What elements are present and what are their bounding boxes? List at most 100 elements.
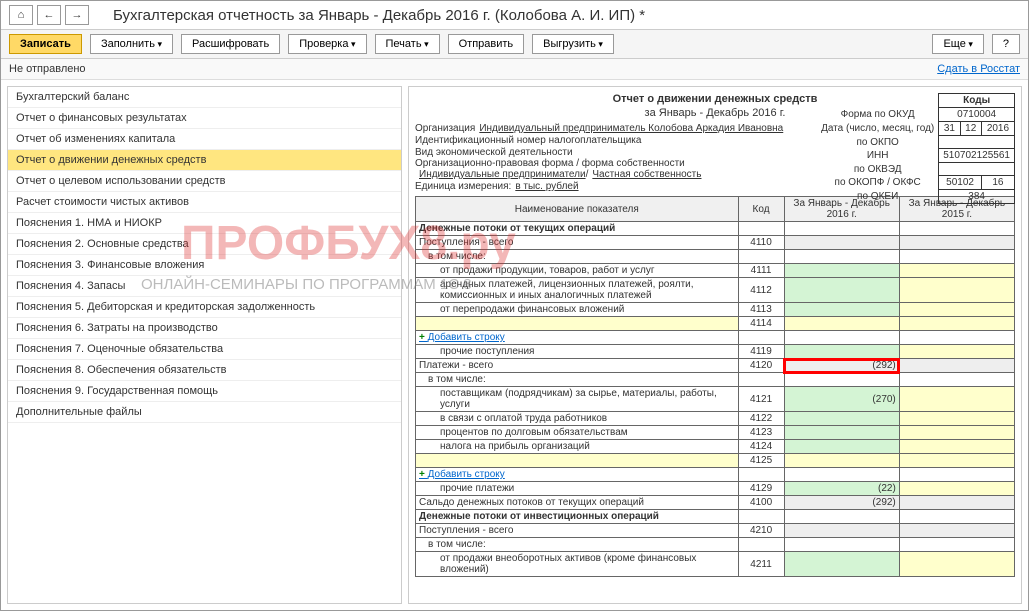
fill-button[interactable]: Заполнить bbox=[90, 34, 173, 54]
inn-label: Идентификационный номер налогоплательщик… bbox=[415, 135, 641, 146]
form2: Частная собственность bbox=[592, 169, 701, 180]
write-button[interactable]: Записать bbox=[9, 34, 82, 54]
okved-value bbox=[939, 163, 1015, 176]
form-label: Организационно-правовая форма / форма со… bbox=[415, 158, 685, 169]
v4110-1[interactable] bbox=[784, 236, 899, 250]
v4123-2[interactable] bbox=[899, 426, 1014, 440]
v4210-2[interactable] bbox=[899, 524, 1014, 538]
okpo-label: по ОКПО bbox=[817, 136, 939, 149]
codes-box: Коды Форма по ОКУД0710004 Дата (число, м… bbox=[817, 93, 1015, 204]
sidebar-item-9[interactable]: Пояснения 4. Запасы bbox=[8, 276, 401, 297]
v4210-1[interactable] bbox=[784, 524, 899, 538]
decrypt-button[interactable]: Расшифровать bbox=[181, 34, 280, 54]
v4111-2[interactable] bbox=[899, 264, 1014, 278]
v4123-1[interactable] bbox=[784, 426, 899, 440]
v4120-1[interactable]: (292) bbox=[784, 359, 899, 373]
forward-icon[interactable]: → bbox=[65, 5, 89, 25]
section-1: Денежные потоки от текущих операций bbox=[416, 222, 739, 236]
r4210: Поступления - всего bbox=[416, 524, 739, 538]
print-button[interactable]: Печать bbox=[375, 34, 440, 54]
v4125-2[interactable] bbox=[899, 454, 1014, 468]
add-row-1[interactable]: Добавить строку bbox=[419, 332, 505, 343]
r4100: Сальдо денежных потоков от текущих опера… bbox=[416, 496, 739, 510]
v4119-2[interactable] bbox=[899, 345, 1014, 359]
date-m: 12 bbox=[960, 122, 981, 136]
sidebar-item-12[interactable]: Пояснения 7. Оценочные обязательства bbox=[8, 339, 401, 360]
r4124: налога на прибыль организаций bbox=[416, 440, 739, 454]
v4129-2[interactable] bbox=[899, 482, 1014, 496]
sidebar-item-0[interactable]: Бухгалтерский баланс bbox=[8, 87, 401, 108]
sidebar-item-11[interactable]: Пояснения 6. Затраты на производство bbox=[8, 318, 401, 339]
v4114-2[interactable] bbox=[899, 317, 1014, 331]
v4110-2[interactable] bbox=[899, 236, 1014, 250]
okopf1: 50102 bbox=[939, 176, 982, 190]
check-button[interactable]: Проверка bbox=[288, 34, 366, 54]
sidebar-item-5[interactable]: Расчет стоимости чистых активов bbox=[8, 192, 401, 213]
v4125-1[interactable] bbox=[784, 454, 899, 468]
v4121-1[interactable]: (270) bbox=[784, 387, 899, 412]
date-y: 2016 bbox=[981, 122, 1014, 136]
status-text: Не отправлено bbox=[9, 63, 86, 75]
sidebar-item-2[interactable]: Отчет об изменениях капитала bbox=[8, 129, 401, 150]
sidebar-item-7[interactable]: Пояснения 2. Основные средства bbox=[8, 234, 401, 255]
v4124-2[interactable] bbox=[899, 440, 1014, 454]
sidebar-item-15[interactable]: Дополнительные файлы bbox=[8, 402, 401, 423]
help-button[interactable]: ? bbox=[992, 34, 1020, 54]
r4112: арендных платежей, лицензионных платежей… bbox=[416, 278, 739, 303]
r4121: поставщикам (подрядчикам) за сырье, мате… bbox=[416, 387, 739, 412]
r4111: от продажи продукции, товаров, работ и у… bbox=[416, 264, 739, 278]
r4114[interactable] bbox=[416, 317, 739, 331]
v4122-2[interactable] bbox=[899, 412, 1014, 426]
r4119: прочие поступления bbox=[416, 345, 739, 359]
sidebar-item-3[interactable]: Отчет о движении денежных средств bbox=[8, 150, 401, 171]
upload-button[interactable]: Выгрузить bbox=[532, 34, 614, 54]
okopf-label: по ОКОПФ / ОКФС bbox=[817, 176, 939, 190]
rosstat-link[interactable]: Сдать в Росстат bbox=[937, 63, 1020, 75]
v4122-1[interactable] bbox=[784, 412, 899, 426]
r4125[interactable] bbox=[416, 454, 739, 468]
v4111-1[interactable] bbox=[784, 264, 899, 278]
date-label: Дата (число, месяц, год) bbox=[817, 122, 939, 136]
org-label: Организация bbox=[415, 123, 475, 134]
add-row-2[interactable]: Добавить строку bbox=[419, 469, 505, 480]
v4211-1[interactable] bbox=[784, 552, 899, 577]
v4112-1[interactable] bbox=[784, 278, 899, 303]
data-table: Наименование показателя Код За Январь - … bbox=[415, 196, 1015, 577]
v4129-1[interactable]: (22) bbox=[784, 482, 899, 496]
v4120-2[interactable] bbox=[899, 359, 1014, 373]
v4119-1[interactable] bbox=[784, 345, 899, 359]
v4121-2[interactable] bbox=[899, 387, 1014, 412]
v4112-2[interactable] bbox=[899, 278, 1014, 303]
back-icon[interactable]: ← bbox=[37, 5, 61, 25]
v4211-2[interactable] bbox=[899, 552, 1014, 577]
codes-header: Коды bbox=[939, 94, 1015, 108]
toolbar: Записать Заполнить Расшифровать Проверка… bbox=[1, 30, 1028, 59]
sidebar-item-4[interactable]: Отчет о целевом использовании средств bbox=[8, 171, 401, 192]
incl2: в том числе: bbox=[416, 373, 739, 387]
send-button[interactable]: Отправить bbox=[448, 34, 525, 54]
sidebar-item-13[interactable]: Пояснения 8. Обеспечения обязательств bbox=[8, 360, 401, 381]
page-title: Бухгалтерская отчетность за Январь - Дек… bbox=[113, 7, 645, 24]
v4113-1[interactable] bbox=[784, 303, 899, 317]
v4113-2[interactable] bbox=[899, 303, 1014, 317]
more-button[interactable]: Еще bbox=[932, 34, 983, 54]
v4100-2[interactable] bbox=[899, 496, 1014, 510]
sidebar-item-10[interactable]: Пояснения 5. Дебиторская и кредиторская … bbox=[8, 297, 401, 318]
r4129: прочие платежи bbox=[416, 482, 739, 496]
th-code: Код bbox=[738, 197, 784, 222]
okopf2: 16 bbox=[981, 176, 1014, 190]
v4124-1[interactable] bbox=[784, 440, 899, 454]
incl3: в том числе: bbox=[416, 538, 739, 552]
okud-value: 0710004 bbox=[939, 108, 1015, 122]
v4114-1[interactable] bbox=[784, 317, 899, 331]
sidebar-item-8[interactable]: Пояснения 3. Финансовые вложения bbox=[8, 255, 401, 276]
v4100-1[interactable]: (292) bbox=[784, 496, 899, 510]
okei-value: 384 bbox=[939, 190, 1015, 204]
status-bar: Не отправлено Сдать в Росстат bbox=[1, 59, 1028, 80]
sidebar-item-1[interactable]: Отчет о финансовых результатах bbox=[8, 108, 401, 129]
sidebar-item-14[interactable]: Пояснения 9. Государственная помощь bbox=[8, 381, 401, 402]
activity-label: Вид экономической деятельности bbox=[415, 147, 573, 158]
sidebar-item-6[interactable]: Пояснения 1. НМА и НИОКР bbox=[8, 213, 401, 234]
home-icon[interactable]: ⌂ bbox=[9, 5, 33, 25]
r4110: Поступления - всего bbox=[416, 236, 739, 250]
